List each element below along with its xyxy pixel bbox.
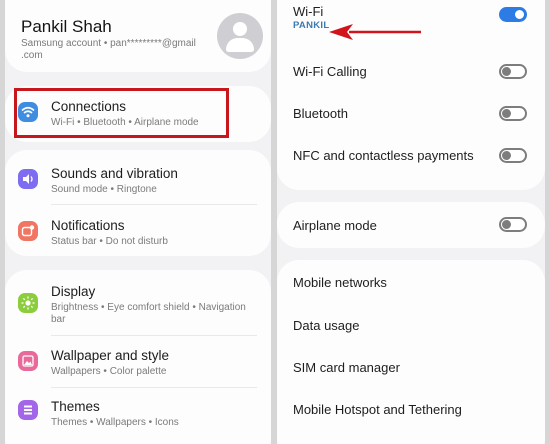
sounds-subtitle: Sound mode • Ringtone [51,184,157,195]
airplane-mode-row[interactable]: Airplane mode [277,202,545,248]
airplane-mode-label: Airplane mode [293,218,377,233]
mobile-hotspot-item[interactable]: Mobile Hotspot and Tethering [293,402,462,417]
nfc-row[interactable]: NFC and contactless payments [277,148,545,184]
display-subtitle-line2: bar [51,314,66,325]
settings-item-themes[interactable]: Themes Themes • Wallpapers • Icons [5,388,271,436]
wifi-calling-label: Wi-Fi Calling [293,64,367,79]
brightness-icon [18,293,38,313]
display-card: Display Brightness • Eye comfort shield … [5,270,271,444]
notifications-title: Notifications [51,218,125,233]
wifi-calling-row[interactable]: Wi-Fi Calling [277,64,545,100]
settings-item-notifications[interactable]: Notifications Status bar • Do not distur… [5,205,271,256]
wifi-network-name: PANKIL [293,20,330,31]
wifi-calling-toggle[interactable] [499,64,527,79]
avatar-icon[interactable] [217,13,263,59]
notifications-subtitle: Status bar • Do not disturb [51,236,168,247]
sim-card-manager-item[interactable]: SIM card manager [293,360,400,375]
nfc-toggle[interactable] [499,148,527,163]
airplane-card: Airplane mode [277,202,545,248]
wallpaper-title: Wallpaper and style [51,348,170,363]
airplane-mode-toggle[interactable] [499,217,527,232]
sounds-title: Sounds and vibration [51,166,178,181]
notification-icon [18,221,38,241]
data-usage-item[interactable]: Data usage [293,318,360,333]
account-email-line1: Samsung account • pan*********@gmail [21,38,196,49]
themes-subtitle: Themes • Wallpapers • Icons [51,417,179,428]
network-card: Mobile networks Data usage SIM card mana… [277,260,545,444]
wallpaper-subtitle: Wallpapers • Color palette [51,366,167,377]
bluetooth-toggle[interactable] [499,106,527,121]
image-icon [18,351,38,371]
settings-item-wallpaper[interactable]: Wallpaper and style Wallpapers • Color p… [5,336,271,386]
connections-highlight-box [14,88,229,138]
settings-item-display[interactable]: Display Brightness • Eye comfort shield … [5,270,271,332]
arrow-annotation [329,24,421,40]
sounds-notifications-card: Sounds and vibration Sound mode • Ringto… [5,150,271,256]
connections-panel: Wi-Fi PANKIL Wi-Fi Calling Bluetooth NFC… [277,0,545,444]
themes-title: Themes [51,399,100,414]
bluetooth-label: Bluetooth [293,106,348,121]
mobile-networks-item[interactable]: Mobile networks [293,275,387,290]
nfc-label: NFC and contactless payments [293,148,474,163]
speaker-icon [18,169,38,189]
profile-card[interactable]: Pankil Shah Samsung account • pan*******… [5,0,271,72]
bluetooth-row[interactable]: Bluetooth [277,106,545,142]
settings-item-sounds[interactable]: Sounds and vibration Sound mode • Ringto… [5,150,271,203]
palette-icon [18,400,38,420]
settings-main-panel: Pankil Shah Samsung account • pan*******… [5,0,271,444]
account-email-line2: .com [21,50,43,61]
display-title: Display [51,284,96,299]
profile-name: Pankil Shah [21,17,112,36]
wifi-label: Wi-Fi [293,4,324,19]
wifi-toggle[interactable] [499,7,527,22]
